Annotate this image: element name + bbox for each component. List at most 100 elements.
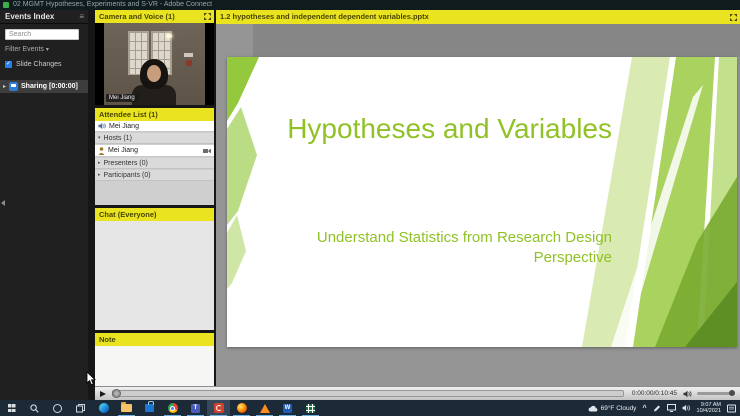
- chat-pod-header: Chat (Everyone): [95, 208, 214, 221]
- attendee-name: Mei Jiang: [108, 147, 138, 154]
- teams-icon: T: [191, 403, 200, 413]
- sharing-event-label: Sharing [0:00:00]: [21, 83, 78, 90]
- sharing-icon: [9, 82, 19, 91]
- filter-events-dropdown[interactable]: Filter Events ▾: [5, 46, 83, 53]
- fullscreen-icon[interactable]: [730, 13, 737, 21]
- windows-logo-icon: [7, 404, 16, 412]
- word-icon: W: [283, 403, 292, 413]
- fullscreen-icon[interactable]: [204, 13, 211, 20]
- background-light: [166, 34, 172, 38]
- background-vase: [186, 60, 192, 66]
- seek-track[interactable]: [112, 389, 624, 398]
- attendee-list-pod: Attendee List (1) Mei Jiang ▾ Hosts (1) …: [95, 108, 214, 205]
- slide-subtitle: Understand Statistics from Research Desi…: [316, 229, 612, 266]
- chat-pod: Chat (Everyone): [95, 208, 214, 330]
- tray-volume-button[interactable]: [682, 404, 691, 412]
- group-participants[interactable]: ▸ Participants (0): [95, 170, 214, 181]
- checkbox-checked-icon[interactable]: ✓: [5, 61, 12, 68]
- cortana-button[interactable]: [46, 400, 69, 416]
- seek-handle[interactable]: [112, 389, 121, 398]
- speaker-icon[interactable]: [683, 390, 692, 398]
- taskbar-app-chrome[interactable]: [161, 400, 184, 416]
- events-index-panel: Events Index ≡ Filter Events▾ ✓ Slide Ch…: [0, 10, 88, 400]
- action-center-button[interactable]: [727, 404, 736, 413]
- share-pod-header: 1.2 hypotheses and independent dependent…: [216, 10, 740, 24]
- webcam-video: Mei Jiang: [104, 23, 205, 105]
- pen-icon: [653, 405, 660, 412]
- app-icon: [3, 2, 9, 8]
- window-titlebar: 02 MGMT Hypotheses, Experiments and S-VR…: [0, 0, 740, 10]
- taskbar-clock[interactable]: 9:07 AM 10/4/2021: [697, 402, 721, 415]
- weather-widget[interactable]: 69°F Cloudy: [588, 405, 636, 412]
- group-hosts[interactable]: ▾ Hosts (1): [95, 133, 214, 144]
- taskbar-app-edge[interactable]: [92, 400, 115, 416]
- group-presenters[interactable]: ▸ Presenters (0): [95, 158, 214, 169]
- recording-playback-bar: 0:00:00/0:10:45: [95, 386, 740, 400]
- taskbar-app-file-explorer[interactable]: [115, 400, 138, 416]
- taskbar-app-word[interactable]: W: [276, 400, 299, 416]
- active-speaker-name: Mei Jiang: [109, 122, 139, 130]
- taskbar-search-button[interactable]: [23, 400, 46, 416]
- tray-time: 9:07 AM: [700, 401, 721, 408]
- volume-handle[interactable]: [729, 390, 735, 396]
- windows-taskbar: T W 69°F Cloudy ^ 9:07 AM 10/4/2021: [0, 400, 740, 416]
- note-pod: Note: [95, 333, 214, 386]
- task-view-icon: [76, 403, 85, 412]
- adobe-connect-window: 02 MGMT Hypotheses, Experiments and S-VR…: [0, 0, 740, 416]
- active-speaker-row[interactable]: Mei Jiang: [95, 121, 214, 132]
- tray-pen-button[interactable]: [653, 404, 661, 412]
- taskbar-app-store[interactable]: [138, 400, 161, 416]
- system-tray: 69°F Cloudy ^ 9:07 AM 10/4/2021: [588, 400, 740, 416]
- adobe-connect-icon: [213, 403, 224, 413]
- task-view-button[interactable]: [69, 400, 92, 416]
- taskbar-app-vlc[interactable]: [253, 400, 276, 416]
- attendee-row[interactable]: Mei Jiang: [95, 145, 214, 157]
- mouse-cursor: [86, 372, 96, 386]
- speaker-icon: [98, 122, 106, 130]
- note-pod-header: Note: [95, 333, 214, 346]
- events-search-input[interactable]: [5, 29, 79, 40]
- monitor-icon: [666, 404, 676, 412]
- excel-icon: [306, 403, 315, 413]
- caret-up-icon: ^: [642, 404, 647, 412]
- volume-slider[interactable]: [697, 390, 735, 396]
- notifications-icon: [727, 404, 736, 412]
- share-pod-title: 1.2 hypotheses and independent dependent…: [220, 12, 429, 21]
- slide-changes-option[interactable]: ✓ Slide Changes: [5, 61, 83, 68]
- taskbar-app-teams[interactable]: T: [184, 400, 207, 416]
- play-button[interactable]: [100, 390, 106, 397]
- tray-overflow-button[interactable]: ^: [642, 405, 646, 412]
- sharing-event-row[interactable]: ▸ Sharing [0:00:00]: [0, 80, 88, 93]
- note-pod-title: Note: [99, 335, 116, 344]
- tray-date: 10/4/2021: [696, 408, 721, 414]
- share-pod: 1.2 hypotheses and independent dependent…: [216, 10, 740, 386]
- tray-display-button[interactable]: [666, 404, 676, 412]
- microsoft-store-icon: [145, 401, 154, 412]
- panel-collapse-arrow-icon[interactable]: [1, 200, 5, 206]
- camera-pod: Camera and Voice (1) Mei Jiang: [95, 10, 214, 105]
- slide-title: Hypotheses and Variables: [287, 113, 612, 144]
- video-name-tag: Mei Jiang: [106, 94, 138, 102]
- events-index-header: Events Index ≡: [0, 10, 88, 24]
- attendee-pod-title: Attendee List (1): [99, 110, 158, 119]
- slide-decoration: [227, 57, 737, 347]
- start-button[interactable]: [0, 400, 23, 416]
- taskbar-app-adobe-connect[interactable]: [207, 400, 230, 416]
- events-index-title: Events Index: [5, 12, 55, 21]
- group-presenters-label: Presenters (0): [103, 159, 148, 167]
- expander-icon[interactable]: ▸: [3, 83, 6, 90]
- collapsed-icon: ▸: [98, 172, 101, 178]
- window-title: 02 MGMT Hypotheses, Experiments and S-VR…: [13, 1, 213, 8]
- cloud-icon: [588, 405, 597, 412]
- attendee-pod-header: Attendee List (1): [95, 108, 214, 121]
- person-face: [147, 65, 161, 82]
- panel-menu-icon[interactable]: ≡: [79, 10, 84, 23]
- slide-changes-label: Slide Changes: [16, 61, 62, 68]
- share-background-strip: [253, 24, 740, 57]
- vlc-icon: [259, 403, 270, 413]
- playback-time: 0:00:00/0:10:45: [631, 390, 677, 397]
- taskbar-app-excel[interactable]: [299, 400, 322, 416]
- taskbar-app-firefox[interactable]: [230, 400, 253, 416]
- expanded-icon: ▾: [98, 135, 101, 141]
- group-hosts-label: Hosts (1): [103, 134, 132, 142]
